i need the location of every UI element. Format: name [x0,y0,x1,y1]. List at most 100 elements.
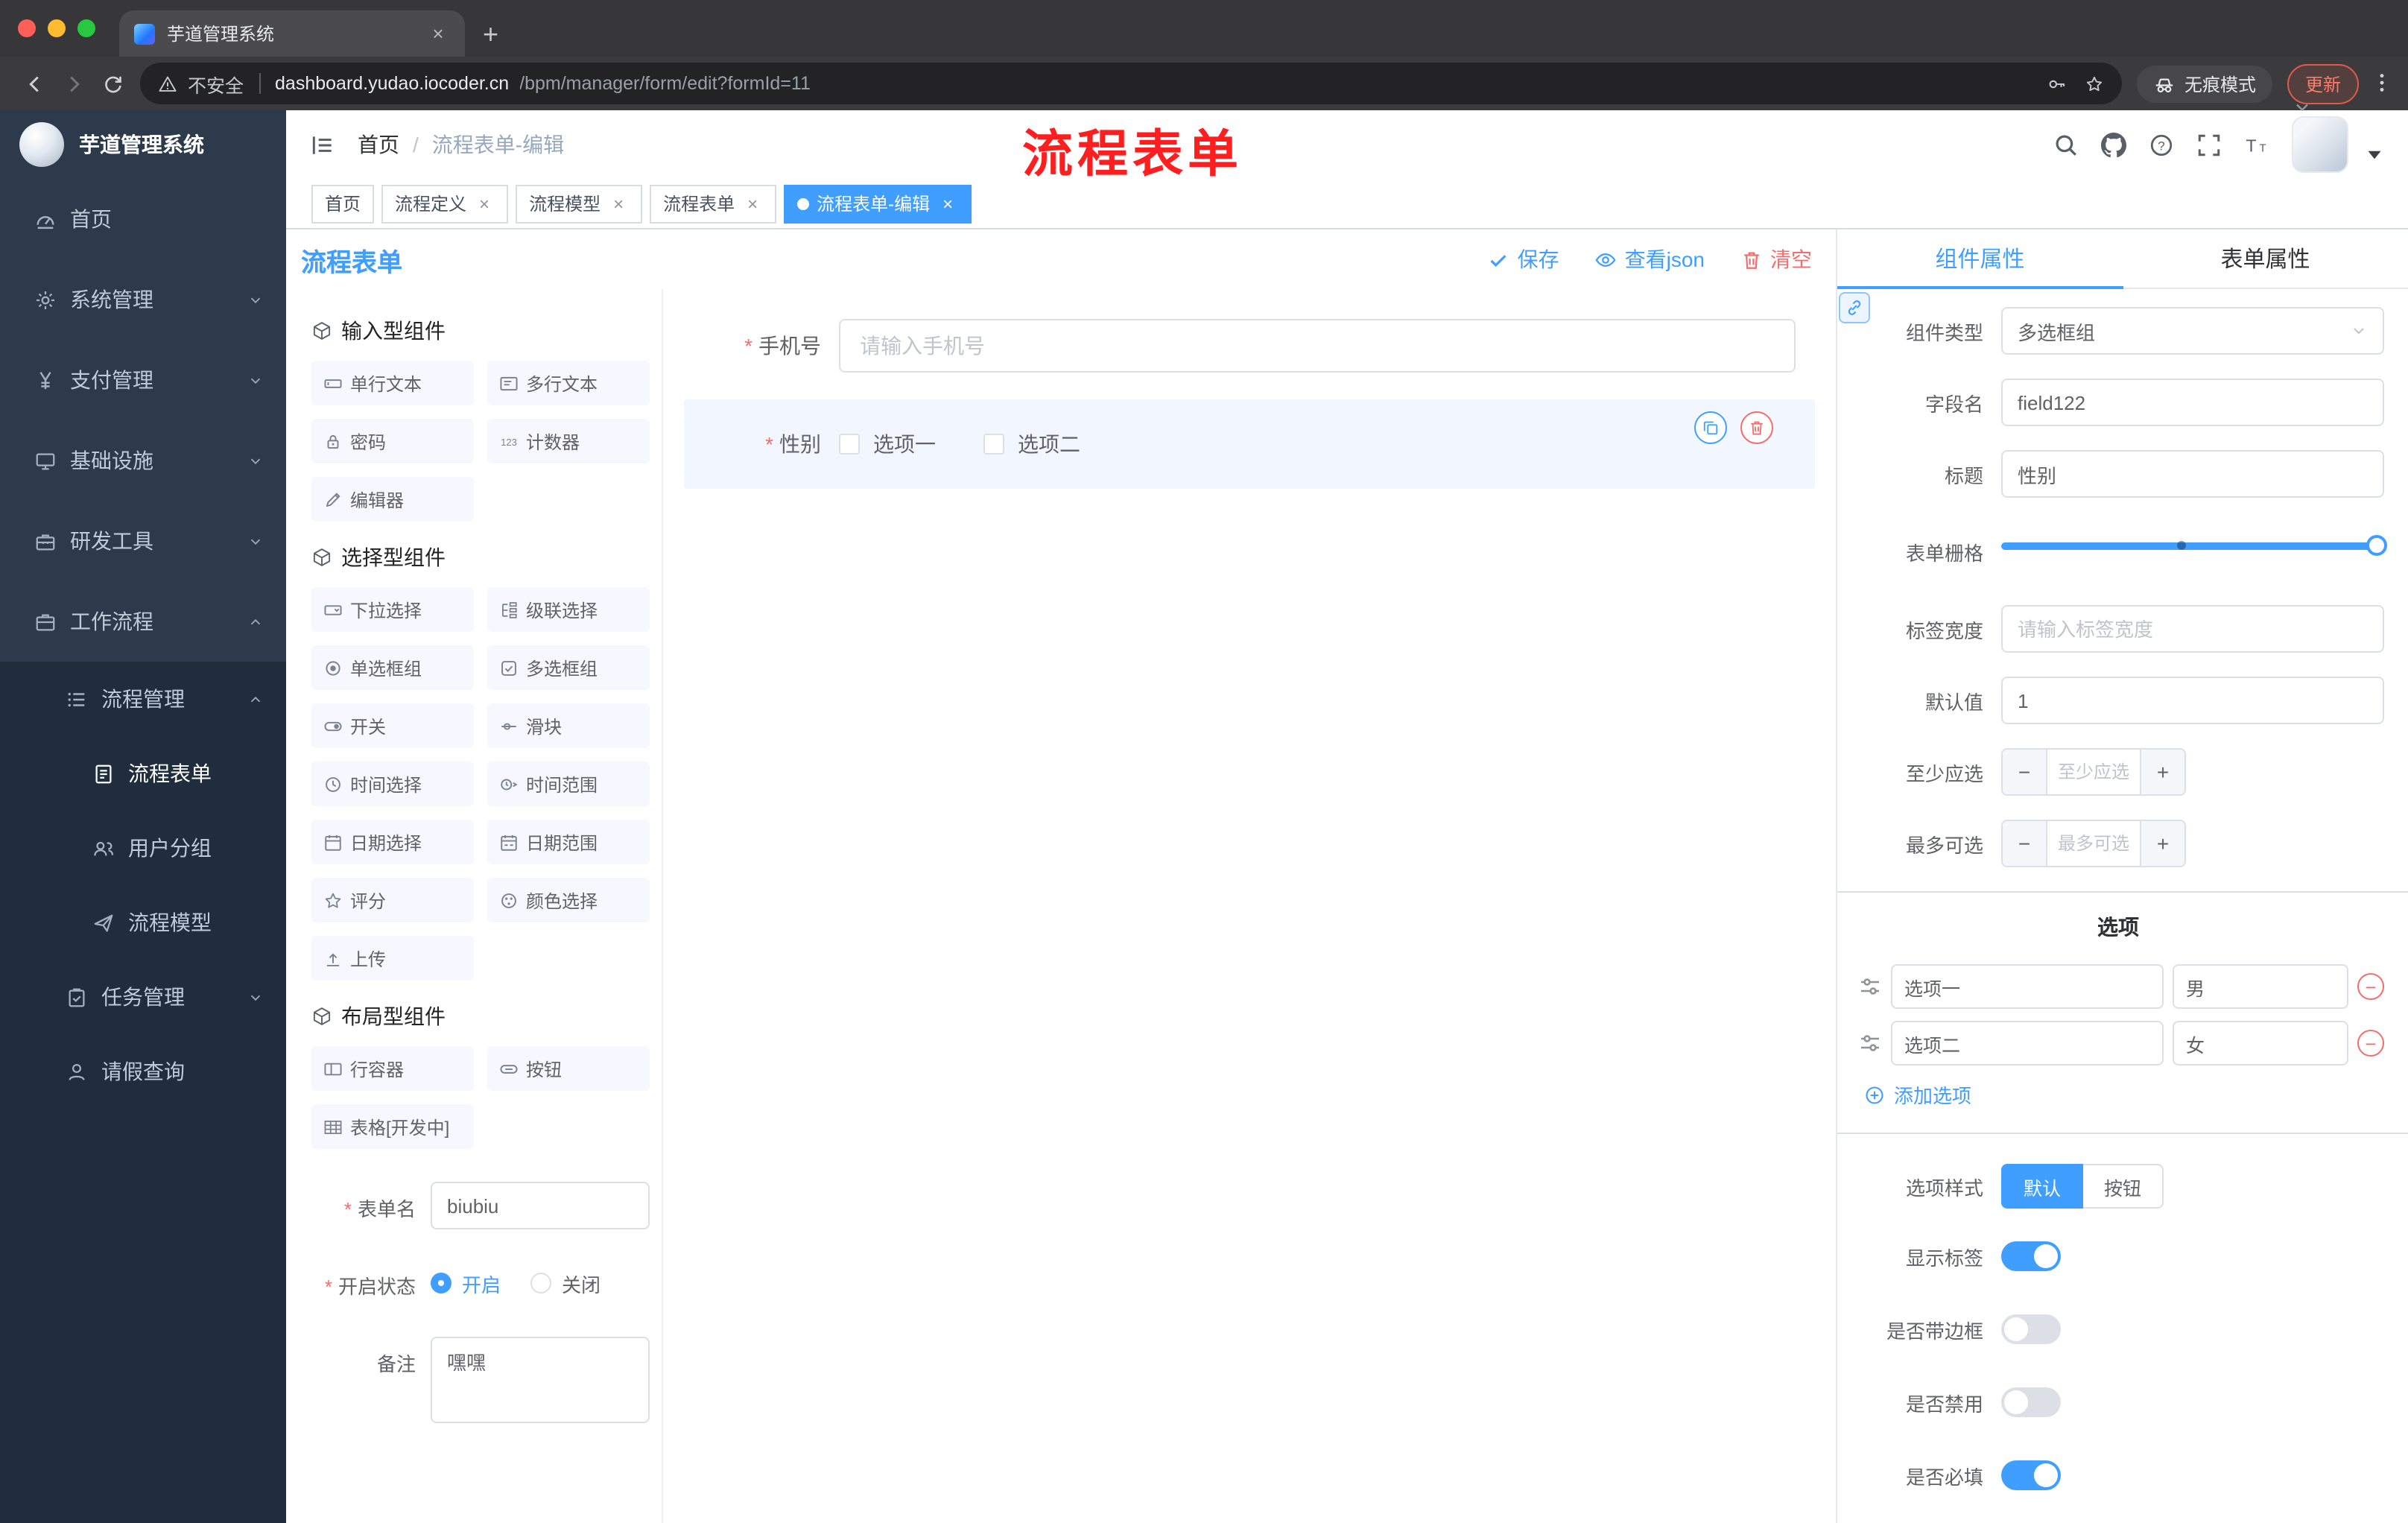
key-icon[interactable] [2047,74,2067,93]
close-window-button[interactable] [18,19,36,37]
palette-item-color[interactable]: 颜色选择 [487,878,650,922]
canvas-field-phone[interactable]: 手机号 请输入手机号 [684,319,1815,373]
palette-item-time[interactable]: 时间选择 [311,762,474,806]
palette-item-slider[interactable]: 滑块 [487,703,650,748]
increase-button[interactable]: + [2140,750,2184,794]
increase-button[interactable]: + [2140,821,2184,866]
clear-button[interactable]: 清空 [1740,244,1812,274]
slider-handle[interactable] [2366,535,2387,556]
avatar-caret-icon[interactable] [2362,142,2387,167]
component-type-select[interactable]: 多选框组 [2001,307,2384,355]
sidebar-item-system-mgmt[interactable]: 系统管理 [0,259,286,340]
palette-item-checkbox[interactable]: 多选框组 [487,645,650,690]
tag-close-icon[interactable]: × [608,193,629,214]
option-value-input[interactable] [2173,964,2348,1009]
forward-button[interactable] [54,64,92,103]
checkbox-option-1[interactable]: 选项一 [839,429,936,459]
option-style-default[interactable]: 默认 [2001,1164,2084,1209]
option-value-input[interactable] [2173,1021,2348,1066]
font-size-icon[interactable] [2244,132,2269,157]
link-fab-button[interactable] [1839,292,1870,323]
user-avatar[interactable] [2292,116,2348,173]
status-radio-off[interactable]: 关闭 [530,1269,601,1297]
palette-item-textarea[interactable]: 多行文本 [487,361,650,405]
checkbox-option-2[interactable]: 选项二 [983,429,1080,459]
security-label[interactable]: 不安全 [188,69,244,98]
sidebar-item-process-model[interactable]: 流程模型 [0,885,286,960]
palette-item-lock[interactable]: 密码 [311,419,474,463]
palette-item-cascader[interactable]: 级联选择 [487,587,650,632]
sidebar-item-workflow[interactable]: 工作流程 [0,581,286,662]
palette-item-counter[interactable]: 计数器 [487,419,650,463]
palette-item-date[interactable]: 日期选择 [311,820,474,864]
decrease-button[interactable]: − [2003,821,2047,866]
palette-item-time-range[interactable]: 时间范围 [487,762,650,806]
github-icon[interactable] [2101,132,2126,157]
form-remark-textarea[interactable]: 嘿嘿 [431,1337,650,1423]
sidebar-item-process-form[interactable]: 流程表单 [0,736,286,811]
palette-item-switch[interactable]: 开关 [311,703,474,748]
new-tab-button[interactable]: + [483,21,498,48]
zoom-window-button[interactable] [77,19,95,37]
search-icon[interactable] [2053,132,2079,157]
remove-option-button[interactable]: − [2357,1030,2384,1057]
sidebar-item-leave-query[interactable]: 请假查询 [0,1034,286,1109]
palette-item-button[interactable]: 按钮 [487,1046,650,1091]
status-radio-on[interactable]: 开启 [431,1269,501,1297]
bookmark-star-icon[interactable] [2085,74,2104,93]
phone-input[interactable]: 请输入手机号 [839,319,1796,373]
toggle-show-label[interactable] [2001,1241,2061,1271]
sidebar-item-infrastructure[interactable]: 基础设施 [0,420,286,501]
tag-process-model[interactable]: 流程模型 × [516,184,643,223]
tab-close-icon[interactable]: × [426,22,450,45]
palette-item-date-range[interactable]: 日期范围 [487,820,650,864]
palette-item-row[interactable]: 行容器 [311,1046,474,1091]
palette-item-editor[interactable]: 编辑器 [311,477,474,522]
sidebar-item-payment-mgmt[interactable]: 支付管理 [0,340,286,420]
palette-item-table[interactable]: 表格[开发中] [311,1104,474,1149]
max-select-input[interactable] [2047,821,2140,866]
tag-process-definition[interactable]: 流程定义 × [381,184,509,223]
save-button[interactable]: 保存 [1488,244,1559,274]
title-input[interactable] [2001,450,2384,498]
palette-item-select[interactable]: 下拉选择 [311,587,474,632]
tag-close-icon[interactable]: × [474,193,495,214]
tag-process-form[interactable]: 流程表单 × [650,184,777,223]
palette-item-upload[interactable]: 上传 [311,936,474,981]
tag-close-icon[interactable]: × [742,193,763,214]
view-json-button[interactable]: 查看json [1595,244,1705,274]
palette-item-radio[interactable]: 单选框组 [311,645,474,690]
minimize-window-button[interactable] [48,19,66,37]
form-grid-slider[interactable] [2001,522,2387,569]
label-width-input[interactable] [2001,605,2384,653]
tag-close-icon[interactable]: × [937,193,958,214]
min-select-input[interactable] [2047,750,2140,794]
default-value-input[interactable] [2001,677,2384,724]
sidebar-item-dev-tools[interactable]: 研发工具 [0,501,286,581]
toggle-with-border[interactable] [2001,1314,2061,1344]
delete-component-button[interactable] [1740,411,1773,444]
sidebar-item-home[interactable]: 首页 [0,179,286,259]
back-button[interactable] [15,64,54,103]
decrease-button[interactable]: − [2003,750,2047,794]
toolbar-reveal-chevron-icon[interactable] [2292,97,2313,118]
option-label-input[interactable] [1891,964,2164,1009]
reload-button[interactable] [92,64,131,103]
copy-component-button[interactable] [1694,411,1727,444]
palette-item-rate[interactable]: 评分 [311,878,474,922]
sidebar-item-user-group[interactable]: 用户分组 [0,811,286,885]
form-name-input[interactable] [431,1182,650,1229]
tag-home[interactable]: 首页 [311,184,375,223]
option-label-input[interactable] [1891,1021,2164,1066]
browser-menu-button[interactable] [2371,70,2393,97]
sidebar-item-task-mgmt[interactable]: 任务管理 [0,960,286,1034]
sidebar-item-process-mgmt[interactable]: 流程管理 [0,662,286,736]
help-icon[interactable] [2149,132,2174,157]
toggle-disabled[interactable] [2001,1387,2061,1417]
remove-option-button[interactable]: − [2357,973,2384,1000]
add-option-button[interactable]: 添加选项 [1864,1080,2384,1109]
toggle-required[interactable] [2001,1460,2061,1490]
hamburger-icon[interactable] [310,132,335,157]
tab-form-props[interactable]: 表单属性 [2123,229,2408,288]
browser-tab[interactable]: 芋道管理系统 × [119,10,465,57]
